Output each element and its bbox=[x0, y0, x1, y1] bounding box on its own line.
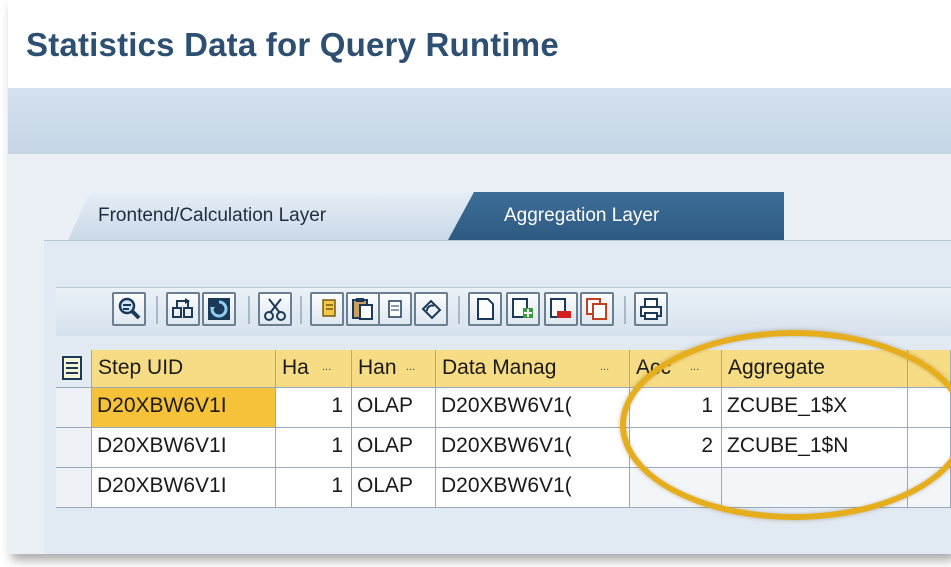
application-toolbar-band bbox=[8, 88, 951, 154]
print-icon[interactable] bbox=[634, 292, 668, 326]
sort-icon[interactable] bbox=[166, 292, 200, 326]
aggregation-grid: Step UID Ha... Han... Data Manag... Acc.… bbox=[56, 350, 951, 554]
cell-aggregate[interactable]: ZCUBE_1$N bbox=[722, 428, 908, 468]
column-header-step-uid[interactable]: Step UID bbox=[92, 350, 276, 388]
cell-extra[interactable] bbox=[908, 468, 951, 508]
row-selector[interactable] bbox=[56, 388, 92, 428]
cell-acc[interactable]: 2 bbox=[630, 428, 722, 468]
toolbar-separator bbox=[300, 296, 302, 324]
insert-row-icon[interactable] bbox=[506, 292, 540, 326]
duplicate-row-icon[interactable] bbox=[580, 292, 614, 326]
details-icon[interactable] bbox=[112, 292, 146, 326]
title-area: Statistics Data for Query Runtime bbox=[8, 0, 951, 88]
tab-label: Aggregation Layer bbox=[504, 205, 660, 226]
page-title: Statistics Data for Query Runtime bbox=[26, 26, 559, 63]
cell-ha[interactable]: 1 bbox=[276, 388, 352, 428]
column-header-han[interactable]: Han... bbox=[352, 350, 436, 388]
cell-extra[interactable] bbox=[908, 388, 951, 428]
toolbar-separator bbox=[248, 296, 250, 324]
toolbar-separator bbox=[624, 296, 626, 324]
cell-step-uid[interactable]: D20XBW6V1I bbox=[92, 428, 276, 468]
cell-han[interactable]: OLAP bbox=[352, 468, 436, 508]
column-header-extra[interactable] bbox=[908, 350, 951, 388]
cell-han[interactable]: OLAP bbox=[352, 428, 436, 468]
cell-step-uid[interactable]: D20XBW6V1I bbox=[92, 468, 276, 508]
tab-frontend-calculation-layer[interactable]: Frontend/Calculation Layer bbox=[68, 192, 488, 240]
cell-han[interactable]: OLAP bbox=[352, 388, 436, 428]
paste-icon[interactable] bbox=[346, 292, 380, 326]
cell-acc[interactable] bbox=[630, 468, 722, 508]
cell-ha[interactable]: 1 bbox=[276, 468, 352, 508]
delete-row-icon[interactable] bbox=[544, 292, 578, 326]
column-header-ha[interactable]: Ha... bbox=[276, 350, 352, 388]
cell-acc[interactable]: 1 bbox=[630, 388, 722, 428]
cell-step-uid[interactable]: D20XBW6V1I bbox=[92, 388, 276, 428]
cell-data-manag[interactable]: D20XBW6V1( bbox=[436, 468, 630, 508]
row-selector[interactable] bbox=[56, 428, 92, 468]
toolbar-separator bbox=[156, 296, 158, 324]
tab-label: Frontend/Calculation Layer bbox=[98, 205, 327, 226]
undo-icon[interactable] bbox=[414, 292, 448, 326]
row-selector[interactable] bbox=[56, 468, 92, 508]
tab-aggregation-layer[interactable]: Aggregation Layer bbox=[448, 192, 784, 240]
column-header-aggregate[interactable]: Aggregate bbox=[722, 350, 908, 388]
cell-extra[interactable] bbox=[908, 428, 951, 468]
cell-ha[interactable]: 1 bbox=[276, 428, 352, 468]
copy-icon[interactable] bbox=[310, 292, 344, 326]
select-all-button[interactable] bbox=[56, 350, 92, 388]
refresh-icon[interactable] bbox=[202, 292, 236, 326]
cut-icon[interactable] bbox=[258, 292, 292, 326]
new-row-icon[interactable] bbox=[468, 292, 502, 326]
column-header-data-manag[interactable]: Data Manag... bbox=[436, 350, 630, 388]
cell-aggregate[interactable]: ZCUBE_1$X bbox=[722, 388, 908, 428]
grid-toolbar bbox=[56, 287, 951, 336]
paste-text-icon[interactable] bbox=[378, 292, 412, 326]
toolbar-separator bbox=[458, 296, 460, 324]
app-window: Statistics Data for Query Runtime Fronte… bbox=[8, 0, 951, 554]
cell-aggregate[interactable] bbox=[722, 468, 908, 508]
cell-data-manag[interactable]: D20XBW6V1( bbox=[436, 428, 630, 468]
column-header-acc[interactable]: Acc... bbox=[630, 350, 722, 388]
cell-data-manag[interactable]: D20XBW6V1( bbox=[436, 388, 630, 428]
